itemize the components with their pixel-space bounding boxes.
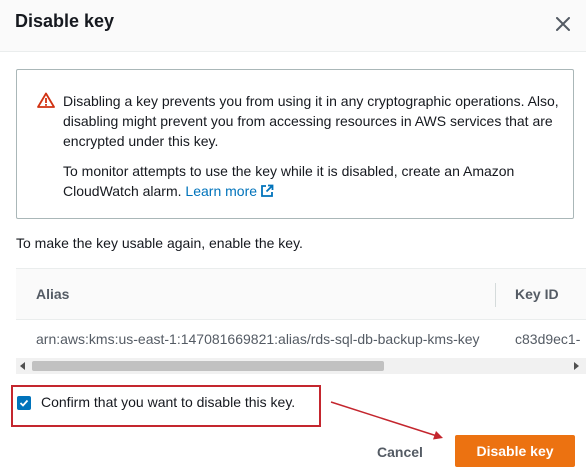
warning-icon: [37, 92, 55, 108]
warning-alert: Disabling a key prevents you from using …: [16, 69, 574, 219]
enable-info-text: To make the key usable again, enable the…: [16, 235, 303, 251]
alert-paragraph-2-text: To monitor attempts to use the key while…: [63, 163, 515, 199]
table-header: Alias Key ID: [16, 268, 586, 320]
scroll-left-icon[interactable]: [20, 362, 25, 370]
cancel-button[interactable]: Cancel: [370, 440, 430, 464]
close-button[interactable]: [551, 12, 575, 36]
external-link-icon: [261, 184, 274, 197]
dialog-header: Disable key: [0, 0, 586, 52]
learn-more-link[interactable]: Learn more: [185, 183, 274, 199]
confirm-checkbox[interactable]: [17, 396, 31, 410]
horizontal-scrollbar[interactable]: [16, 358, 586, 374]
table-cell-key-id: c83d9ec1-: [515, 331, 581, 347]
checkmark-icon: [19, 399, 29, 407]
scrollbar-thumb[interactable]: [32, 361, 384, 371]
column-divider[interactable]: [495, 283, 496, 307]
table-cell-alias: arn:aws:kms:us-east-1:147081669821:alias…: [36, 331, 480, 347]
learn-more-label: Learn more: [185, 183, 258, 199]
scroll-right-icon[interactable]: [574, 362, 579, 370]
alert-paragraph-1: Disabling a key prevents you from using …: [63, 93, 559, 149]
confirm-label[interactable]: Confirm that you want to disable this ke…: [41, 394, 295, 410]
disable-key-button[interactable]: Disable key: [455, 435, 575, 467]
alert-paragraph-2: To monitor attempts to use the key while…: [63, 161, 563, 201]
close-icon: [556, 17, 570, 31]
keys-table: Alias Key ID arn:aws:kms:us-east-1:14708…: [16, 268, 586, 378]
dialog-title: Disable key: [15, 11, 115, 31]
column-header-key-id[interactable]: Key ID: [515, 286, 559, 302]
column-header-alias[interactable]: Alias: [36, 286, 69, 302]
